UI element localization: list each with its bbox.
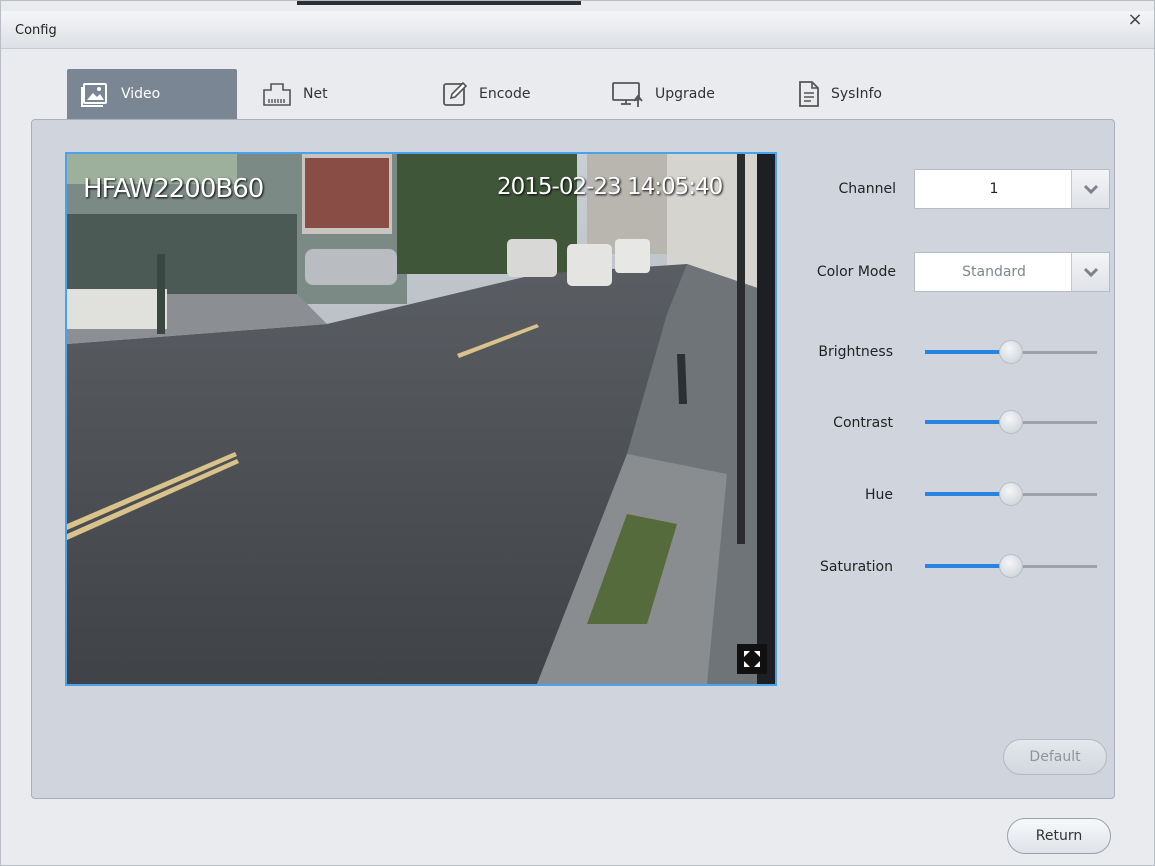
tab-video-label: Video <box>121 86 161 102</box>
saturation-slider[interactable] <box>925 554 1097 578</box>
contrast-slider[interactable] <box>925 410 1097 434</box>
close-icon[interactable]: × <box>1124 9 1146 31</box>
brightness-slider[interactable] <box>925 340 1097 364</box>
osd-camera-name: HFAW2200B60 <box>83 174 264 204</box>
tab-bar: Video Net Encode Upgrade SysInfo <box>67 69 967 119</box>
chevron-down-icon[interactable] <box>1071 253 1109 291</box>
chevron-down-icon[interactable] <box>1071 170 1109 208</box>
return-button[interactable]: Return <box>1007 818 1111 854</box>
channel-label: Channel <box>838 181 896 197</box>
tab-sysinfo[interactable]: SysInfo <box>783 69 933 119</box>
fullscreen-button[interactable] <box>737 644 767 674</box>
color-mode-label: Color Mode <box>816 264 896 280</box>
tab-upgrade[interactable]: Upgrade <box>597 69 757 119</box>
slider-thumb[interactable] <box>999 340 1023 364</box>
default-button[interactable]: Default <box>1003 739 1107 775</box>
hue-slider[interactable] <box>925 482 1097 506</box>
brightness-label: Brightness <box>818 344 893 360</box>
document-icon <box>799 81 819 107</box>
tab-encode[interactable]: Encode <box>427 69 577 119</box>
window-top-strip <box>297 1 581 5</box>
slider-thumb[interactable] <box>999 482 1023 506</box>
slider-thumb[interactable] <box>999 554 1023 578</box>
tab-net-label: Net <box>303 86 328 102</box>
color-mode-value: Standard <box>962 264 1026 280</box>
video-preview[interactable]: HFAW2200B60 2015-02-23 14:05:40 <box>65 152 777 686</box>
channel-select[interactable]: 1 <box>914 169 1110 209</box>
network-icon <box>263 83 291 106</box>
saturation-label: Saturation <box>820 559 893 575</box>
hue-label: Hue <box>864 487 893 503</box>
tab-net[interactable]: Net <box>247 69 397 119</box>
window-title: Config <box>15 23 57 38</box>
camera-scene <box>67 154 775 684</box>
title-bar[interactable]: Config × <box>1 9 1154 49</box>
tab-video[interactable]: Video <box>67 69 237 119</box>
channel-value: 1 <box>989 181 999 197</box>
tab-sysinfo-label: SysInfo <box>831 86 882 102</box>
tab-encode-label: Encode <box>479 86 531 102</box>
config-window: Config × Video Net Encode Upgrade SysInf… <box>0 0 1155 866</box>
contrast-label: Contrast <box>833 415 893 431</box>
slider-thumb[interactable] <box>999 410 1023 434</box>
fullscreen-icon <box>744 651 760 667</box>
edit-icon <box>443 81 468 106</box>
osd-timestamp: 2015-02-23 14:05:40 <box>497 174 723 200</box>
color-mode-select[interactable]: Standard <box>914 252 1110 292</box>
image-icon <box>81 83 107 107</box>
monitor-upload-icon <box>612 82 643 107</box>
tab-upgrade-label: Upgrade <box>655 86 715 102</box>
